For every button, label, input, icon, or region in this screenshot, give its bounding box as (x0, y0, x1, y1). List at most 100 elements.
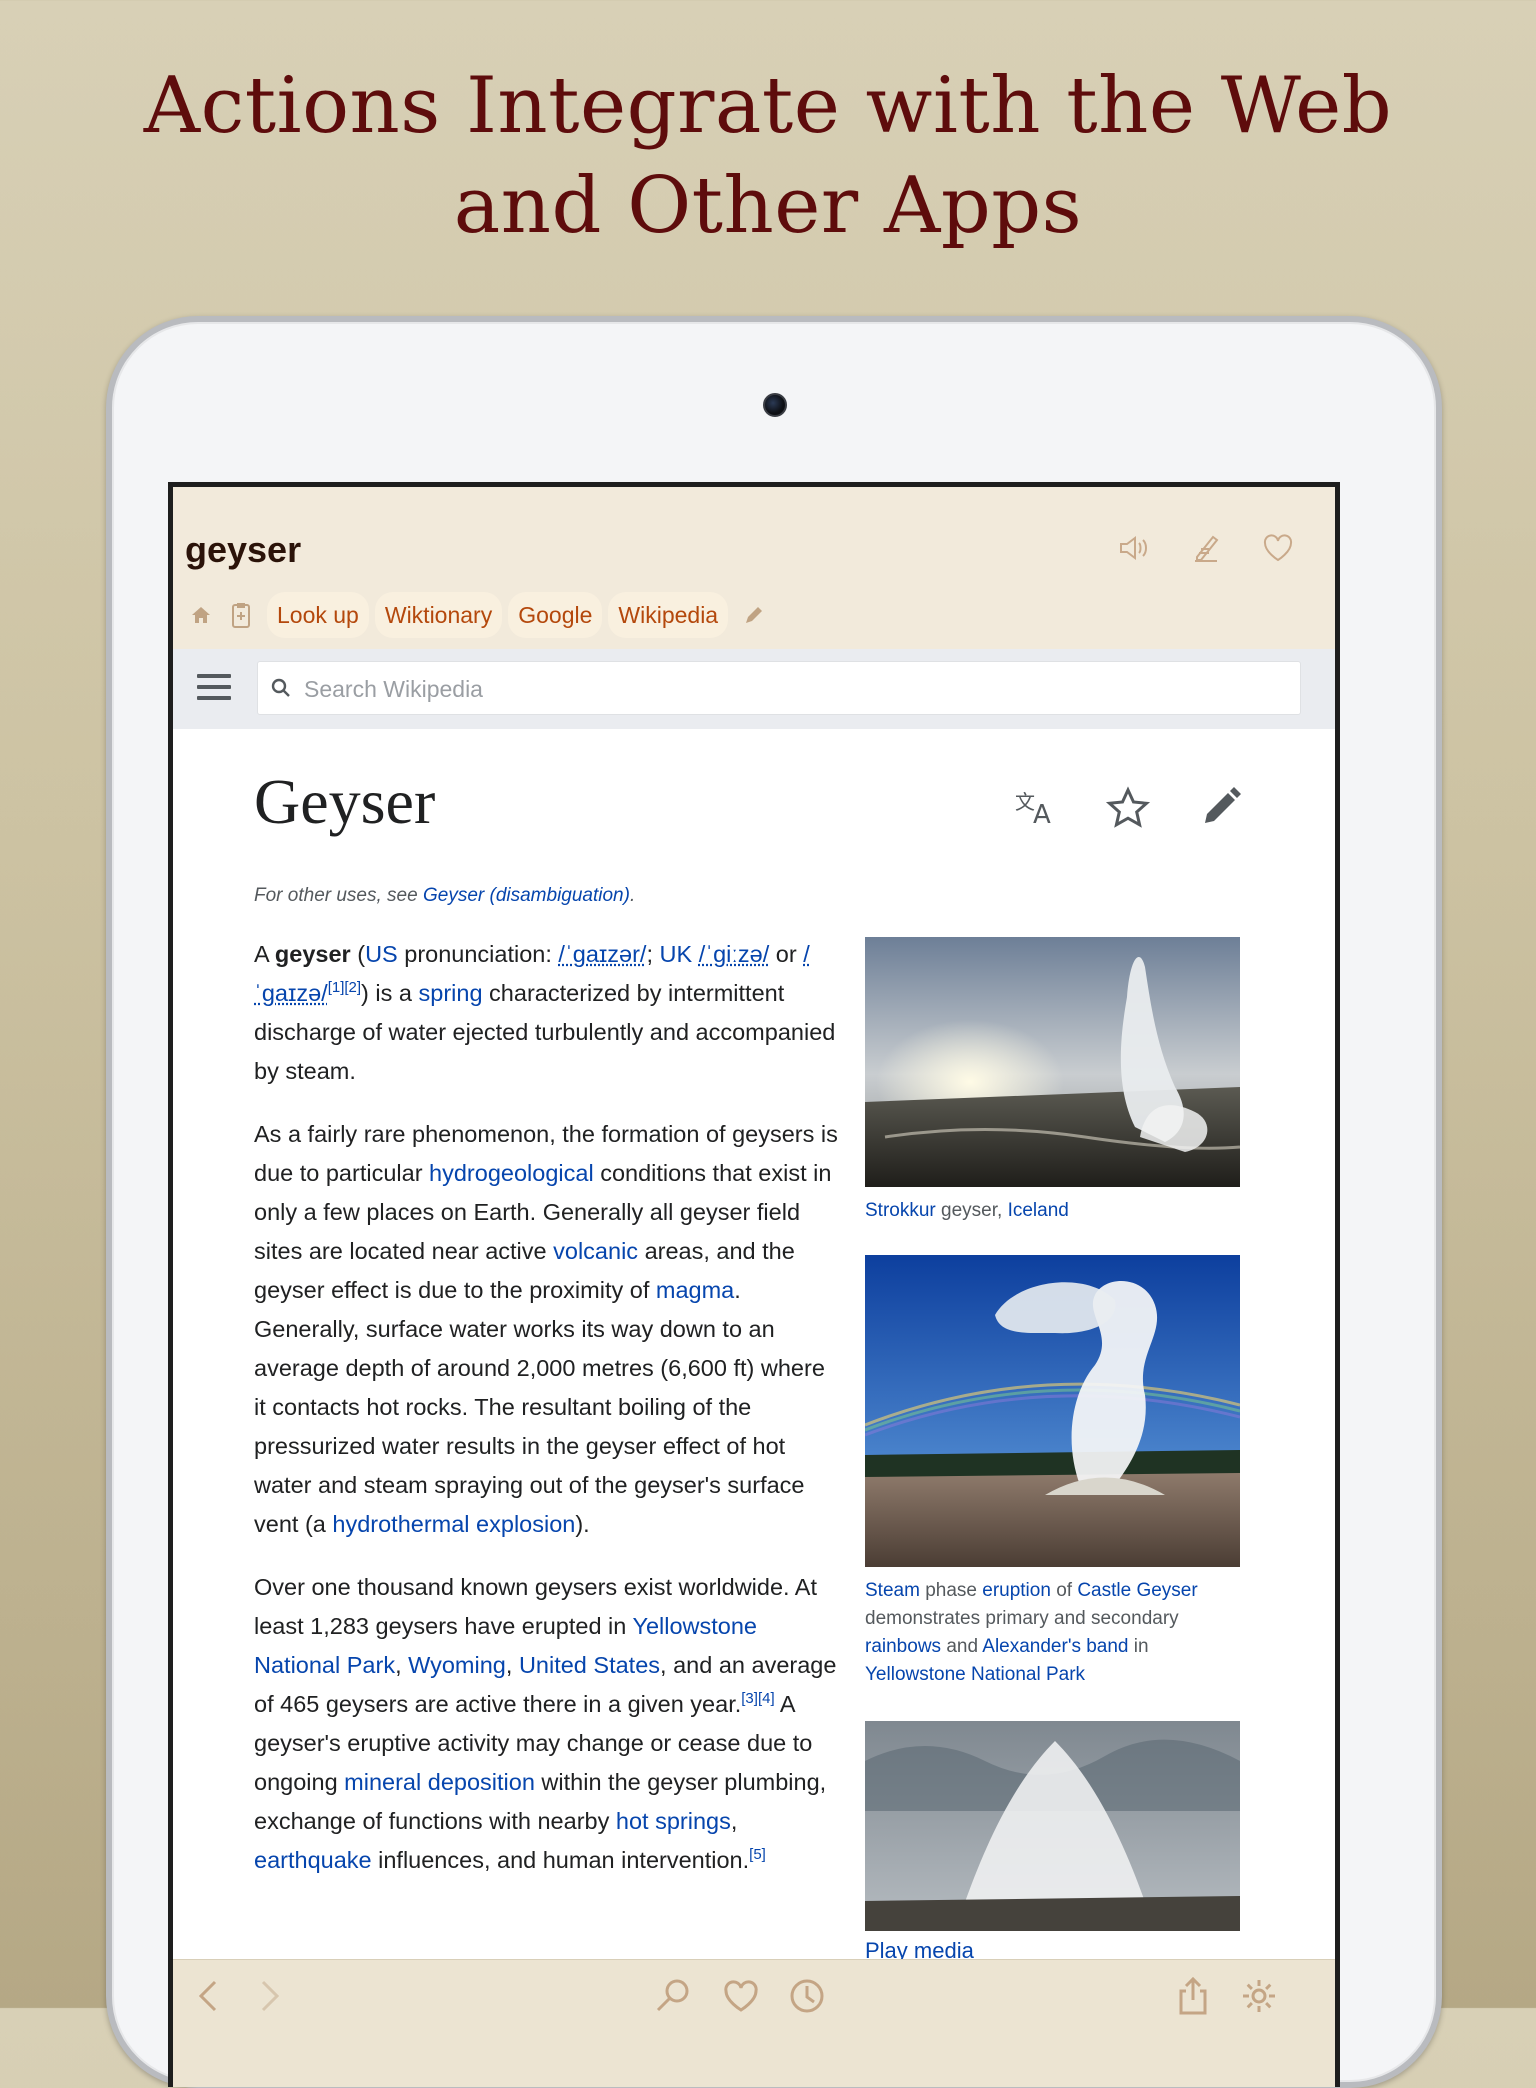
home-icon[interactable] (187, 601, 215, 629)
text: geyser, (936, 1200, 1008, 1221)
bottom-toolbar (173, 1959, 1335, 2087)
article-actions: 文 A (1013, 785, 1243, 831)
link-hot-springs[interactable]: hot springs (616, 1808, 731, 1834)
castle-geyser-image[interactable] (865, 1255, 1240, 1567)
paragraph-1: A geyser (US pronunciation: /ˈɡaɪzər/; U… (254, 935, 839, 1091)
top-actions (1117, 531, 1295, 565)
link-united-states[interactable]: United States (519, 1652, 660, 1678)
hatnote-text: For other uses, see (254, 885, 423, 906)
notes-icon[interactable] (1189, 531, 1223, 565)
text: or (769, 941, 803, 967)
bold-term: geyser (275, 941, 351, 967)
text: , (395, 1652, 408, 1678)
strokkur-image[interactable] (865, 937, 1240, 1187)
hatnote: For other uses, see Geyser (disambiguati… (254, 885, 635, 907)
search-icon[interactable] (653, 1976, 693, 2016)
text: ; (646, 941, 659, 967)
link-uk[interactable]: UK (660, 941, 693, 967)
translate-icon[interactable]: 文 A (1013, 785, 1059, 831)
ipa-us[interactable]: /ˈɡaɪzər/ (558, 941, 646, 967)
settings-icon[interactable] (1239, 1976, 1279, 2016)
heart-icon[interactable] (1261, 531, 1295, 565)
text: . Generally, surface water works its way… (254, 1277, 825, 1537)
disambiguation-link[interactable]: Geyser (disambiguation) (423, 885, 630, 906)
article-title: Geyser (254, 765, 435, 839)
action-google[interactable]: Google (508, 592, 602, 638)
paragraph-2: As a fairly rare phenomenon, the formati… (254, 1115, 839, 1544)
text: and (941, 1636, 982, 1657)
link-castle-geyser[interactable]: Castle Geyser (1077, 1580, 1197, 1601)
clipboard-add-icon[interactable] (227, 601, 255, 629)
figure-media: Play media (865, 1721, 1240, 1965)
share-icon[interactable] (1173, 1976, 1213, 2016)
pencil-icon[interactable] (740, 601, 768, 629)
text: phase (920, 1580, 982, 1601)
action-row: Look up Wiktionary Google Wikipedia (187, 591, 768, 639)
paragraph-3: Over one thousand known geysers exist wo… (254, 1568, 839, 1880)
text: influences, and human intervention. (372, 1847, 750, 1873)
text: pronunciation: (398, 941, 559, 967)
figure-castle-geyser: Steam phase eruption of Castle Geyser de… (865, 1255, 1240, 1689)
text: in (1129, 1636, 1149, 1657)
caption-castle-geyser: Steam phase eruption of Castle Geyser de… (865, 1577, 1240, 1689)
svg-text:A: A (1033, 800, 1051, 830)
link-strokkur[interactable]: Strokkur (865, 1200, 936, 1221)
link-rainbows[interactable]: rainbows (865, 1636, 941, 1657)
star-icon[interactable] (1105, 785, 1151, 831)
link-hydrothermal-explosion[interactable]: hydrothermal explosion (332, 1511, 575, 1537)
speaker-icon[interactable] (1117, 531, 1151, 565)
link-spring[interactable]: spring (419, 980, 483, 1006)
figure-strokkur: Strokkur geyser, Iceland (865, 937, 1240, 1225)
edit-pencil-icon[interactable] (1197, 785, 1243, 831)
link-us[interactable]: US (365, 941, 398, 967)
text: of (1051, 1580, 1077, 1601)
hatnote-end: . (630, 885, 635, 906)
history-icon[interactable] (787, 1976, 827, 2016)
search-input[interactable] (302, 662, 1286, 716)
link-alexanders-band[interactable]: Alexander's band (982, 1636, 1128, 1657)
forward-icon[interactable] (249, 1976, 289, 2016)
article-body: A geyser (US pronunciation: /ˈɡaɪzər/; U… (254, 935, 839, 1904)
ipa-uk[interactable]: /ˈɡiːzə/ (699, 941, 770, 967)
citation[interactable]: [5] (749, 1846, 766, 1863)
citation[interactable]: [1][2] (328, 979, 361, 996)
favorites-icon[interactable] (721, 1976, 761, 2016)
link-hydrogeological[interactable]: hydrogeological (429, 1160, 594, 1186)
headline-line-1: Actions Integrate with the Web (0, 56, 1536, 156)
action-look-up[interactable]: Look up (267, 592, 369, 638)
geyser-video-thumbnail[interactable] (865, 1721, 1240, 1931)
headline: Actions Integrate with the Web and Other… (0, 56, 1536, 256)
caption-strokkur: Strokkur geyser, Iceland (865, 1197, 1240, 1225)
back-icon[interactable] (189, 1976, 229, 2016)
menu-icon[interactable] (197, 674, 231, 702)
app-screen: geyser Look up Wiktionary Google Wikiped… (168, 482, 1340, 2087)
camera (763, 393, 787, 417)
text: ) is a (361, 980, 418, 1006)
text: ( (351, 941, 365, 967)
text: , (506, 1652, 519, 1678)
text: , (731, 1808, 738, 1834)
citation[interactable]: [3][4] (741, 1690, 774, 1707)
link-mineral-deposition[interactable]: mineral deposition (344, 1769, 535, 1795)
svg-text:文: 文 (1015, 790, 1035, 814)
link-magma[interactable]: magma (656, 1277, 734, 1303)
text: demonstrates primary and secondary (865, 1608, 1179, 1629)
action-wikipedia[interactable]: Wikipedia (608, 592, 728, 638)
link-eruption[interactable]: eruption (982, 1580, 1051, 1601)
link-earthquake[interactable]: earthquake (254, 1847, 372, 1873)
text: A (254, 941, 275, 967)
action-wiktionary[interactable]: Wiktionary (375, 592, 502, 638)
link-steam[interactable]: Steam (865, 1580, 920, 1601)
search-icon (270, 677, 292, 699)
link-yellowstone-park[interactable]: Yellowstone National Park (865, 1664, 1085, 1685)
text: ). (575, 1511, 589, 1537)
search-box[interactable] (257, 661, 1301, 715)
lookup-word: geyser (185, 529, 301, 571)
wikipedia-header (173, 649, 1335, 729)
headline-line-2: and Other Apps (0, 156, 1536, 256)
app-bar: geyser Look up Wiktionary Google Wikiped… (173, 487, 1335, 649)
link-wyoming[interactable]: Wyoming (408, 1652, 506, 1678)
link-volcanic[interactable]: volcanic (553, 1238, 638, 1264)
link-iceland[interactable]: Iceland (1008, 1200, 1069, 1221)
ipad-frame: geyser Look up Wiktionary Google Wikiped… (106, 316, 1442, 2088)
